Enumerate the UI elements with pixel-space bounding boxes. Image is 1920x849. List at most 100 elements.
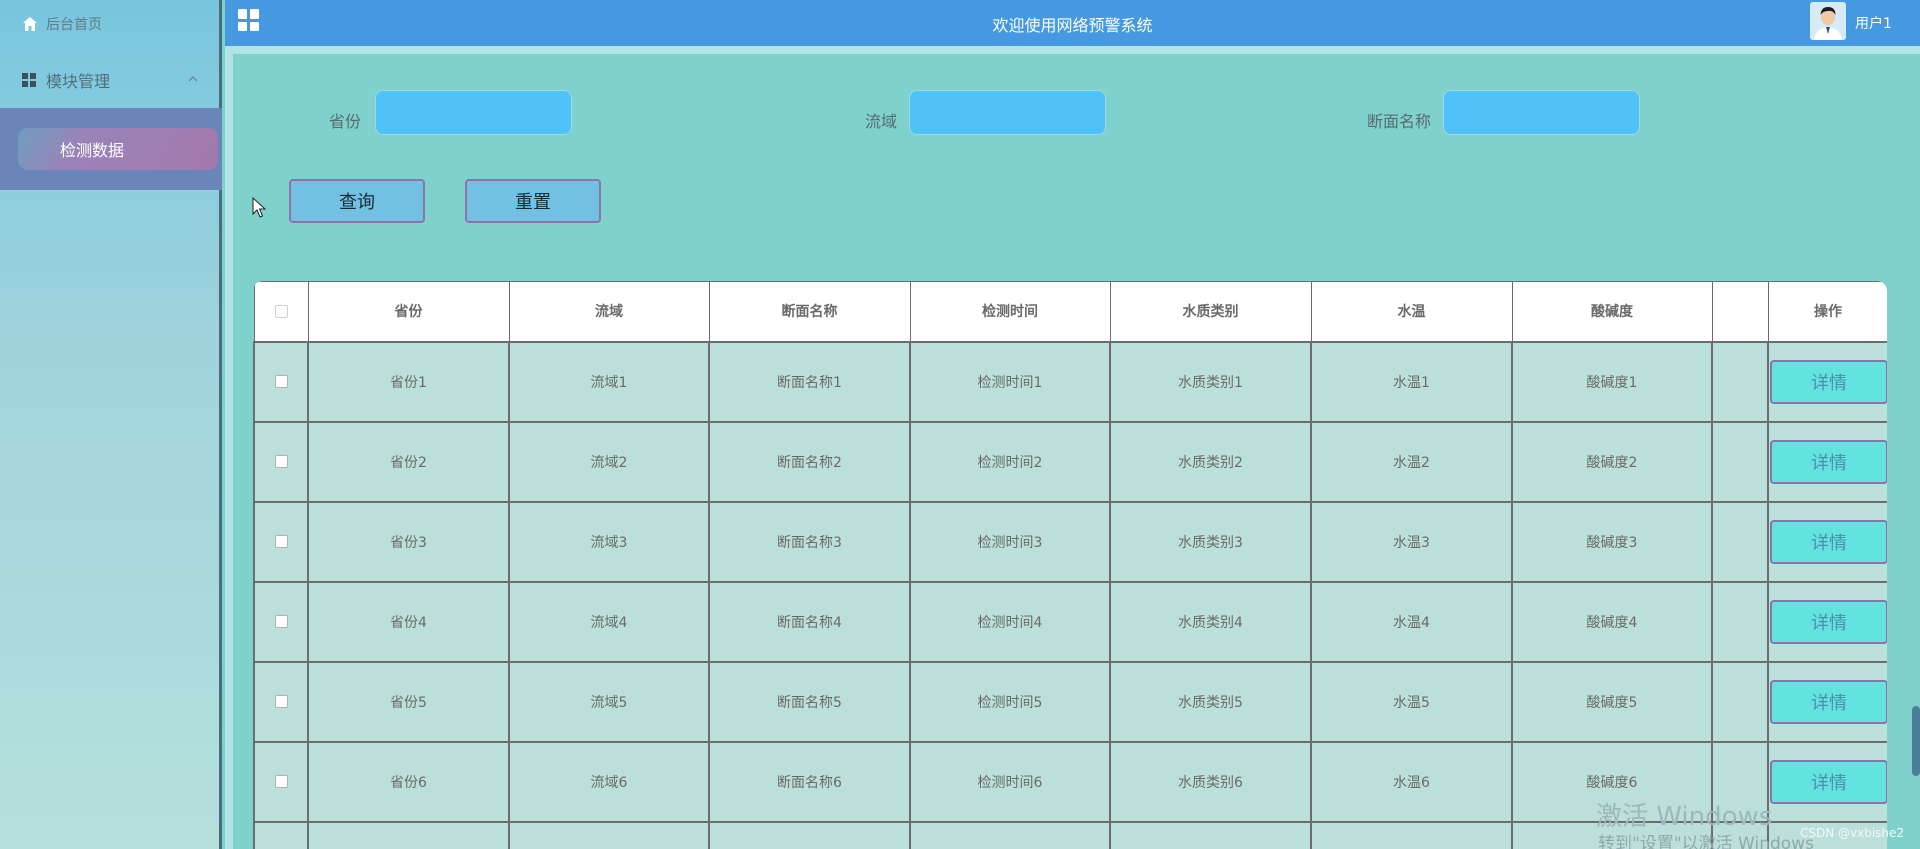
- col-section-name[interactable]: 断面名称: [708, 281, 911, 342]
- cell-extra: [1711, 420, 1769, 503]
- user-name[interactable]: 用户1: [1855, 13, 1892, 33]
- cell-basin: 流域3: [508, 500, 710, 583]
- cell-extra: [1711, 500, 1769, 583]
- detail-button[interactable]: 详情: [1770, 519, 1887, 564]
- table-row: 省份5 流域5 断面名称5 检测时间5 水质类别5 水温5 酸碱度5 详情: [253, 660, 1887, 743]
- row-checkbox[interactable]: [274, 615, 288, 628]
- row-select-cell: [253, 740, 309, 823]
- cell-ph: 酸碱度4: [1511, 580, 1713, 663]
- cell-ph: 酸碱度1: [1511, 340, 1713, 423]
- cell-ph: 酸碱度3: [1511, 500, 1713, 583]
- row-checkbox[interactable]: [274, 535, 288, 548]
- cell-actions: 详情: [1767, 340, 1887, 423]
- cell-section-name: 断面名称3: [708, 500, 911, 583]
- sidebar-item-module[interactable]: 模块管理: [0, 58, 222, 102]
- sidebar-item-home[interactable]: 后台首页: [0, 0, 222, 48]
- data-table: 省份 流域 断面名称 检测时间 水质类别 水温 酸碱度 操作 省份1 流域1 断面名…: [253, 281, 1887, 849]
- select-all-cell: [253, 281, 309, 342]
- detail-button[interactable]: 详情: [1770, 439, 1887, 484]
- cell-water-quality: 水质类别6: [1109, 740, 1312, 823]
- detail-button[interactable]: 详情: [1770, 679, 1887, 724]
- col-province[interactable]: 省份: [307, 281, 510, 342]
- partial-cell: [307, 820, 510, 849]
- col-basin[interactable]: 流域: [508, 281, 710, 342]
- detail-button[interactable]: 详情: [1770, 359, 1887, 404]
- basin-label: 流域: [865, 112, 898, 131]
- province-input[interactable]: [375, 90, 572, 135]
- row-checkbox[interactable]: [274, 375, 288, 388]
- page-title: 欢迎使用网络预警系统: [992, 16, 1153, 35]
- detail-button[interactable]: 详情: [1770, 759, 1887, 804]
- cell-water-temp: 水温2: [1310, 420, 1513, 503]
- cell-basin: 流域2: [508, 420, 710, 503]
- basin-input[interactable]: [909, 90, 1106, 135]
- row-select-cell: [253, 420, 309, 503]
- col-ph[interactable]: 酸碱度: [1511, 281, 1713, 342]
- sidebar-item-detection-data[interactable]: 检测数据: [18, 128, 218, 170]
- cell-basin: 流域1: [508, 340, 710, 423]
- cell-province: 省份4: [307, 580, 510, 663]
- grid-icon: [22, 73, 36, 87]
- table-row: 省份1 流域1 断面名称1 检测时间1 水质类别1 水温1 酸碱度1 详情: [253, 340, 1887, 423]
- cell-province: 省份1: [307, 340, 510, 423]
- cell-actions: 详情: [1767, 500, 1887, 583]
- cell-province: 省份5: [307, 660, 510, 743]
- reset-button[interactable]: 重置: [465, 179, 601, 223]
- select-all-checkbox[interactable]: [274, 304, 288, 318]
- row-select-cell: [253, 340, 309, 423]
- row-select-cell: [253, 500, 309, 583]
- partial-cell: [1310, 820, 1513, 849]
- col-water-temp[interactable]: 水温: [1310, 281, 1513, 342]
- section-name-input[interactable]: [1443, 90, 1640, 135]
- mouse-cursor-icon: [252, 197, 267, 218]
- row-checkbox[interactable]: [274, 455, 288, 468]
- page-scrollbar[interactable]: [1912, 706, 1920, 776]
- user-avatar-icon: [1810, 2, 1846, 40]
- sidebar-sub-item-label: 检测数据: [60, 141, 125, 160]
- avatar[interactable]: [1810, 2, 1846, 40]
- cell-detect-time: 检测时间6: [909, 740, 1111, 823]
- cell-extra: [1711, 580, 1769, 663]
- cell-section-name: 断面名称5: [708, 660, 911, 743]
- province-label: 省份: [329, 112, 362, 131]
- table-header-row: 省份 流域 断面名称 检测时间 水质类别 水温 酸碱度 操作: [253, 281, 1887, 342]
- table-row: 省份3 流域3 断面名称3 检测时间3 水质类别3 水温3 酸碱度3 详情: [253, 500, 1887, 583]
- top-header: 欢迎使用网络预警系统 用户1: [225, 0, 1920, 46]
- row-checkbox[interactable]: [274, 695, 288, 708]
- row-checkbox[interactable]: [274, 775, 288, 788]
- partial-cell: [909, 820, 1111, 849]
- cell-detect-time: 检测时间2: [909, 420, 1111, 503]
- row-select-cell: [253, 580, 309, 663]
- sidebar-module-label: 模块管理: [46, 72, 111, 91]
- col-actions: 操作: [1767, 281, 1887, 342]
- cell-basin: 流域6: [508, 740, 710, 823]
- cell-water-temp: 水温1: [1310, 340, 1513, 423]
- detail-button[interactable]: 详情: [1770, 599, 1887, 644]
- cell-ph: 酸碱度5: [1511, 660, 1713, 743]
- main-area: 省份 流域 断面名称 查询 重置 省份 流域 断面名称 检测时间 水质类别 水温…: [225, 46, 1920, 849]
- cell-water-temp: 水温5: [1310, 660, 1513, 743]
- cell-actions: 详情: [1767, 660, 1887, 743]
- row-select-cell: [253, 660, 309, 743]
- cell-water-temp: 水温4: [1310, 580, 1513, 663]
- col-detect-time[interactable]: 检测时间: [909, 281, 1111, 342]
- partial-cell: [508, 820, 710, 849]
- home-icon: [23, 17, 37, 31]
- sidebar-home-label: 后台首页: [46, 17, 102, 33]
- data-table-wrapper: 省份 流域 断面名称 检测时间 水质类别 水温 酸碱度 操作 省份1 流域1 断面名…: [253, 281, 1887, 849]
- cell-water-temp: 水温6: [1310, 740, 1513, 823]
- cell-ph: 酸碱度2: [1511, 420, 1713, 503]
- cell-province: 省份2: [307, 420, 510, 503]
- cell-water-quality: 水质类别4: [1109, 580, 1312, 663]
- cell-detect-time: 检测时间3: [909, 500, 1111, 583]
- col-water-quality[interactable]: 水质类别: [1109, 281, 1312, 342]
- windows-activation-watermark: 激活 Windows: [1596, 802, 1773, 832]
- cell-detect-time: 检测时间5: [909, 660, 1111, 743]
- windows-activation-hint: 转到"设置"以激活 Windows: [1598, 834, 1814, 849]
- cell-extra: [1711, 340, 1769, 423]
- query-button[interactable]: 查询: [289, 179, 425, 223]
- cell-extra: [1711, 660, 1769, 743]
- cell-section-name: 断面名称1: [708, 340, 911, 423]
- cell-water-temp: 水温3: [1310, 500, 1513, 583]
- partial-cell: [1109, 820, 1312, 849]
